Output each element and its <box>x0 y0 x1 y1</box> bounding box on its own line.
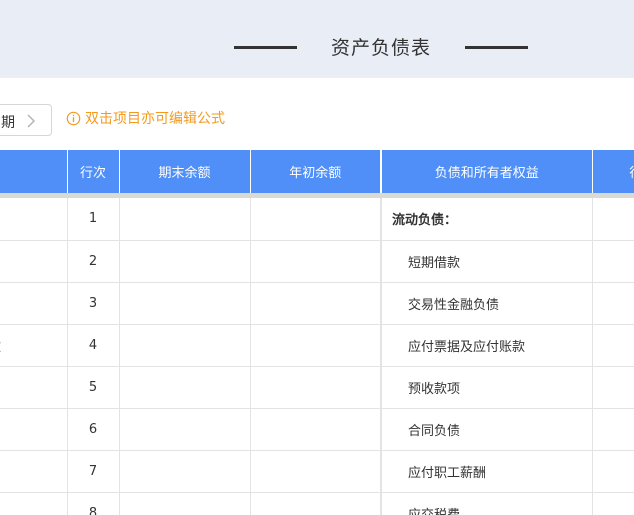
line-no-cell: 3 <box>66 282 119 325</box>
balance-sheet-table-container[interactable]: 行次 期末余额 年初余额 负债和所有者权益 行次 1 流动负债： 36 <box>0 150 634 515</box>
title-band: 资产负债表 <box>0 0 634 78</box>
header-liabilities-equity: 负债和所有者权益 <box>380 150 592 193</box>
table-row[interactable]: 1 流动负债： 36 <box>0 198 634 241</box>
liability-line-no-cell: 41 <box>591 408 634 451</box>
asset-item-cell[interactable] <box>0 366 67 409</box>
page-title: 资产负债表 <box>330 37 431 59</box>
liability-item-cell[interactable]: 预收款项 <box>380 366 592 409</box>
line-no-cell: 7 <box>66 450 119 493</box>
header-liability-line-no: 行次 <box>591 150 634 193</box>
liability-item-cell[interactable]: 流动负债： <box>380 198 592 241</box>
begin-balance-cell[interactable] <box>249 492 381 515</box>
end-balance-cell[interactable] <box>118 240 250 283</box>
table-row[interactable]: 8 应交税费 43 <box>0 492 634 515</box>
table-row[interactable]: 款 4 应付票据及应付账款 39 <box>0 324 634 367</box>
begin-balance-cell[interactable] <box>249 408 381 451</box>
balance-sheet-page: 资产负债表 期 双击项目亦可编辑公式 行次 期末余额 年初余额 负债和所有者权益… <box>0 0 634 515</box>
liability-line-no-cell: 39 <box>591 324 634 367</box>
liability-item-cell[interactable]: 短期借款 <box>380 240 592 283</box>
liability-item-cell[interactable]: 合同负债 <box>380 408 592 451</box>
line-no-cell: 8 <box>66 492 119 515</box>
liability-line-no-cell: 36 <box>591 198 634 241</box>
balance-sheet-table: 行次 期末余额 年初余额 负债和所有者权益 行次 1 流动负债： 36 <box>0 150 634 515</box>
asset-item-cell[interactable] <box>0 492 67 515</box>
begin-balance-cell[interactable] <box>249 366 381 409</box>
liability-line-no-cell: 42 <box>591 450 634 493</box>
liability-line-no-cell: 38 <box>591 282 634 325</box>
header-line-no: 行次 <box>66 150 119 193</box>
asset-item-cell[interactable] <box>0 198 67 241</box>
line-no-cell: 6 <box>66 408 119 451</box>
end-balance-cell[interactable] <box>118 198 250 241</box>
line-no-cell: 1 <box>66 198 119 241</box>
end-balance-cell[interactable] <box>118 408 250 451</box>
asset-item-cell[interactable] <box>0 282 67 325</box>
formula-hint: 双击项目亦可编辑公式 <box>66 109 225 127</box>
line-no-cell: 2 <box>66 240 119 283</box>
asset-item-cell[interactable] <box>0 450 67 493</box>
begin-balance-cell[interactable] <box>249 450 381 493</box>
asset-item-cell[interactable]: 款 <box>0 324 67 367</box>
liability-item-cell[interactable]: 交易性金融负债 <box>380 282 592 325</box>
title-decor-left <box>234 46 297 49</box>
end-balance-cell[interactable] <box>118 492 250 515</box>
header-begin-balance: 年初余额 <box>249 150 381 193</box>
period-selector[interactable]: 期 <box>0 104 52 136</box>
liability-item-cell[interactable]: 应交税费 <box>380 492 592 515</box>
table-row[interactable]: 2 短期借款 37 <box>0 240 634 283</box>
end-balance-cell[interactable] <box>118 282 250 325</box>
line-no-cell: 5 <box>66 366 119 409</box>
liability-item-cell[interactable]: 应付职工薪酬 <box>380 450 592 493</box>
liability-item-cell[interactable]: 应付票据及应付账款 <box>380 324 592 367</box>
begin-balance-cell[interactable] <box>249 282 381 325</box>
begin-balance-cell[interactable] <box>249 198 381 241</box>
header-asset-item <box>0 150 67 193</box>
title-decor-right <box>465 46 528 49</box>
header-end-balance: 期末余额 <box>118 150 250 193</box>
begin-balance-cell[interactable] <box>249 240 381 283</box>
table-row[interactable]: 7 应付职工薪酬 42 <box>0 450 634 493</box>
table-row[interactable]: 5 预收款项 40 <box>0 366 634 409</box>
line-no-cell: 4 <box>66 324 119 367</box>
begin-balance-cell[interactable] <box>249 324 381 367</box>
chevron-right-icon[interactable] <box>25 114 37 128</box>
info-icon <box>66 111 81 125</box>
formula-hint-text: 双击项目亦可编辑公式 <box>85 111 225 127</box>
period-selector-label: 期 <box>1 115 15 131</box>
end-balance-cell[interactable] <box>118 324 250 367</box>
asset-item-cell[interactable] <box>0 408 67 451</box>
table-row[interactable]: 3 交易性金融负债 38 <box>0 282 634 325</box>
table-header-row: 行次 期末余额 年初余额 负债和所有者权益 行次 <box>0 150 634 193</box>
liability-line-no-cell: 40 <box>591 366 634 409</box>
end-balance-cell[interactable] <box>118 450 250 493</box>
asset-item-cell[interactable] <box>0 240 67 283</box>
liability-line-no-cell: 37 <box>591 240 634 283</box>
end-balance-cell[interactable] <box>118 366 250 409</box>
liability-line-no-cell: 43 <box>591 492 634 515</box>
table-row[interactable]: 6 合同负债 41 <box>0 408 634 451</box>
